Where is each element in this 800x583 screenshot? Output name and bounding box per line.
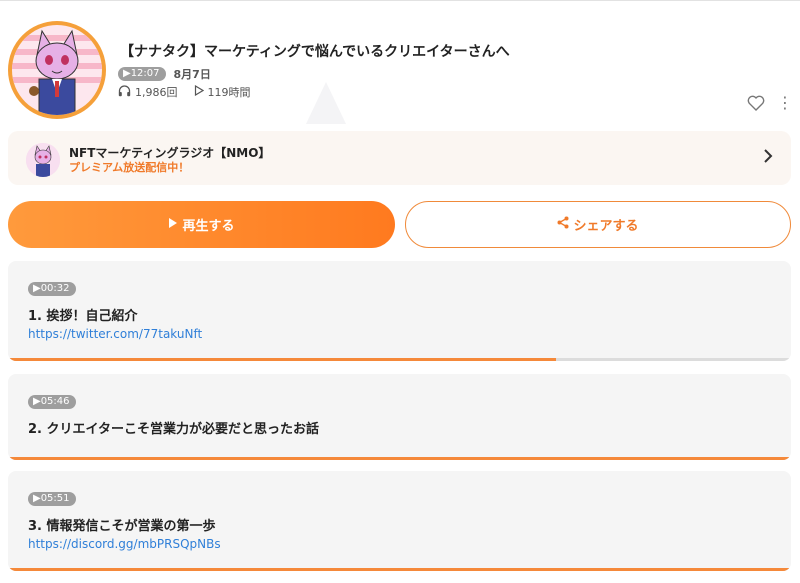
background-decoration <box>306 82 346 124</box>
headphones-icon <box>118 84 131 100</box>
share-button-label: シェアする <box>573 219 639 234</box>
chapter-item[interactable]: ▶00:32 1. 挨拶！自己紹介 https://twitter.com/77… <box>8 261 791 361</box>
episode-header: 【ナナタク】マーケティングで悩んでいるクリエイターさんへ ▶12:07 8月7日… <box>0 1 800 125</box>
chapter-progress-fill <box>8 358 557 361</box>
channel-card[interactable]: NFTマーケティングラジオ【NMO】 プレミアム放送配信中！ <box>8 131 791 185</box>
chapter-title: 1. 挨拶！自己紹介 <box>28 309 138 324</box>
heart-icon[interactable] <box>747 95 765 115</box>
play-count-icon <box>194 84 204 99</box>
episode-date: 8月7日 <box>173 68 211 81</box>
episode-title: 【ナナタク】マーケティングで悩んでいるクリエイターさんへ <box>120 44 510 60</box>
channel-avatar <box>26 143 60 177</box>
chapter-link[interactable]: https://twitter.com/77takuNft <box>28 327 202 341</box>
chapter-title: 3. 情報発信こそが営業の第一歩 <box>28 519 216 534</box>
chevron-right-icon <box>763 148 773 168</box>
chapter-time-badge[interactable]: ▶00:32 <box>28 282 76 296</box>
channel-subtitle: プレミアム放送配信中！ <box>69 161 190 174</box>
chapter-progress-fill <box>8 457 791 460</box>
total-time-stat: 119時間 <box>194 84 251 100</box>
chapter-progress-fill <box>8 568 791 571</box>
share-button[interactable]: シェアする <box>405 201 791 248</box>
chapter-item[interactable]: ▶05:46 2. クリエイターこそ営業力が必要だと思ったお話 <box>8 374 791 460</box>
play-icon <box>168 217 178 233</box>
total-time: 119時間 <box>207 86 251 99</box>
chapter-title: 2. クリエイターこそ営業力が必要だと思ったお話 <box>28 422 319 437</box>
duration-badge: ▶12:07 <box>118 67 166 81</box>
episode-avatar <box>8 21 106 119</box>
episode-stats: 1,986回 119時間 <box>118 84 261 100</box>
play-button-label: 再生する <box>182 219 235 234</box>
share-icon <box>557 216 569 233</box>
chapter-time-badge[interactable]: ▶05:46 <box>28 395 76 409</box>
plays-stat: 1,986回 <box>118 84 178 100</box>
episode-meta: ▶12:07 8月7日 <box>118 66 211 82</box>
play-button[interactable]: 再生する <box>8 201 395 248</box>
chapter-time-badge[interactable]: ▶05:51 <box>28 492 76 506</box>
chapter-item[interactable]: ▶05:51 3. 情報発信こそが営業の第一歩 https://discord.… <box>8 471 791 571</box>
chapter-link[interactable]: https://discord.gg/mbPRSQpNBs <box>28 537 221 551</box>
more-icon[interactable]: ⋮ <box>777 95 793 111</box>
plays-count: 1,986回 <box>135 86 178 99</box>
